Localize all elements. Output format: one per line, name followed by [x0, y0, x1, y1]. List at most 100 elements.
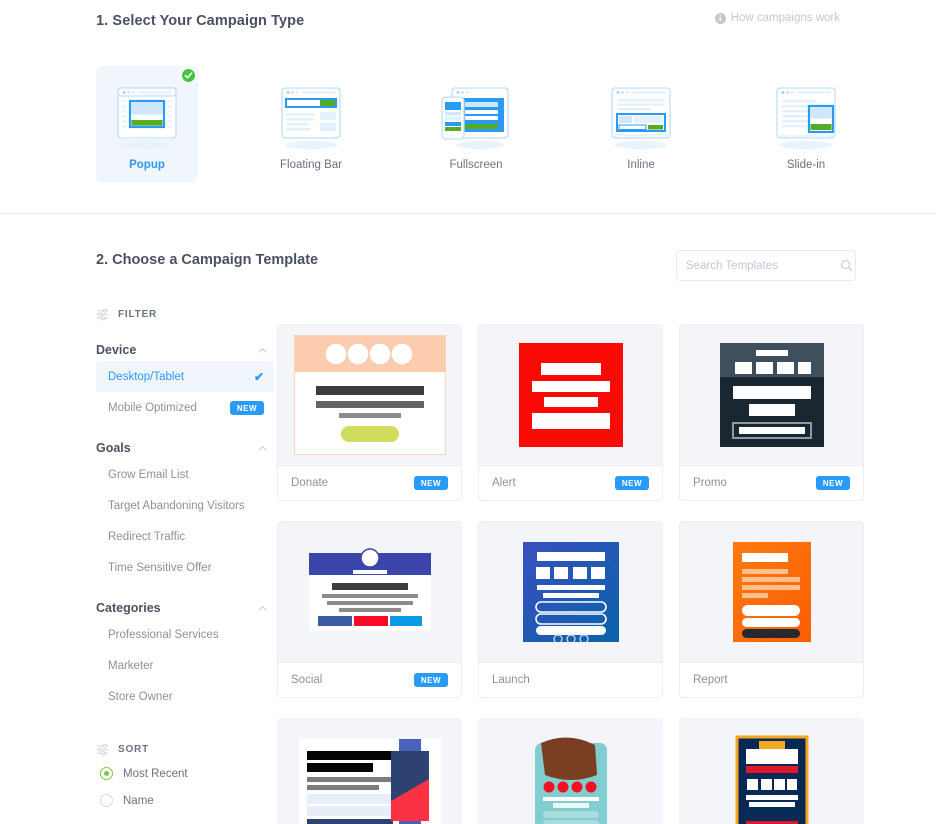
- template-card-report-footer: Report: [680, 662, 863, 697]
- template-name: Social: [291, 674, 323, 686]
- filter-option-store-owner[interactable]: Store Owner: [96, 681, 274, 712]
- section-1-heading: 1. Select Your Campaign Type: [96, 13, 305, 29]
- campaign-type-popup-label: Popup: [129, 159, 165, 171]
- flyer-thumb: [679, 718, 864, 824]
- filter-label: FILTER: [118, 308, 158, 320]
- template-card-donate[interactable]: Donate NEW: [277, 324, 462, 501]
- filter-group-categories: Categories Professional Services Markete…: [96, 597, 274, 712]
- filter-option-mobile-optimized-label: Mobile Optimized: [108, 401, 197, 414]
- section-divider: [0, 213, 936, 214]
- sort-option-most-recent[interactable]: Most Recent: [96, 760, 274, 787]
- filter-option-store-owner-label: Store Owner: [108, 690, 173, 703]
- inline-preview-icon: [599, 82, 683, 154]
- template-card-report[interactable]: Report: [679, 521, 864, 698]
- template-card-alert-footer: Alert NEW: [479, 465, 662, 500]
- coffee-thumb: [478, 718, 663, 824]
- sort-option-most-recent-label: Most Recent: [123, 767, 188, 780]
- social-thumb: [278, 522, 461, 662]
- report-thumb: [680, 522, 863, 662]
- filter-group-device-title: Device: [96, 343, 137, 357]
- how-campaigns-work-link[interactable]: i How campaigns work: [714, 12, 840, 24]
- filter-option-marketer-label: Marketer: [108, 659, 154, 672]
- alert-thumb: [479, 325, 662, 465]
- filter-group-categories-title: Categories: [96, 601, 161, 615]
- floating-bar-preview-icon: [269, 82, 353, 154]
- template-card-social-footer: Social NEW: [278, 662, 461, 697]
- filter-sliders-icon: [96, 308, 109, 321]
- news-thumb: [277, 718, 462, 824]
- new-badge: NEW: [413, 673, 448, 687]
- campaign-type-slide-in-label: Slide-in: [786, 159, 826, 171]
- filter-group-goals-title: Goals: [96, 441, 131, 455]
- template-name: Launch: [492, 674, 530, 686]
- template-card-coffee[interactable]: [478, 718, 663, 824]
- filter-option-grow-email-list-label: Grow Email List: [108, 468, 189, 481]
- filter-option-target-abandoning-visitors[interactable]: Target Abandoning Visitors: [96, 490, 274, 521]
- filter-option-redirect-traffic-label: Redirect Traffic: [108, 530, 186, 543]
- section-2-heading: 2. Choose a Campaign Template: [96, 252, 319, 268]
- info-icon: i: [714, 12, 726, 24]
- campaign-type-list: Popup Floating Bar Fullscreen Inline Sli…: [96, 66, 906, 182]
- filter-group-device: Device Desktop/Tablet ✔ Mobile Optimized…: [96, 339, 274, 423]
- template-filter-sidebar: FILTER Device Desktop/Tablet ✔ Mobile Op…: [96, 303, 274, 824]
- filter-option-target-abandoning-visitors-label: Target Abandoning Visitors: [108, 499, 245, 512]
- how-campaigns-work-label: How campaigns work: [730, 12, 840, 24]
- sort-label: SORT: [118, 743, 149, 755]
- filter-option-desktop-tablet-label: Desktop/Tablet: [108, 370, 185, 383]
- donate-thumb: [278, 325, 461, 465]
- filter-option-professional-services-label: Professional Services: [108, 628, 219, 641]
- template-name: Report: [693, 674, 728, 686]
- filter-option-grow-email-list[interactable]: Grow Email List: [96, 459, 274, 490]
- filter-option-mobile-optimized[interactable]: Mobile Optimized NEW: [96, 392, 274, 423]
- campaign-type-slide-in[interactable]: Slide-in: [755, 66, 857, 182]
- campaign-type-fullscreen[interactable]: Fullscreen: [425, 66, 527, 182]
- campaign-type-inline[interactable]: Inline: [590, 66, 692, 182]
- filter-header: FILTER: [96, 303, 274, 325]
- filter-option-time-sensitive-offer[interactable]: Time Sensitive Offer: [96, 552, 274, 583]
- sort-header: SORT: [96, 738, 274, 760]
- template-card-alert[interactable]: Alert NEW: [478, 324, 663, 501]
- sort-sliders-icon: [96, 743, 109, 756]
- template-card-launch-footer: Launch: [479, 662, 662, 697]
- new-badge: NEW: [413, 476, 448, 490]
- template-card-news[interactable]: [277, 718, 462, 824]
- filter-option-marketer[interactable]: Marketer: [96, 650, 274, 681]
- campaign-builder-page: 1. Select Your Campaign Type i How campa…: [0, 0, 936, 824]
- filter-option-redirect-traffic[interactable]: Redirect Traffic: [96, 521, 274, 552]
- search-templates-box[interactable]: [676, 250, 856, 281]
- radio-selected-icon[interactable]: [100, 767, 113, 780]
- template-card-social[interactable]: Social NEW: [277, 521, 462, 698]
- template-card-promo[interactable]: Promo NEW: [679, 324, 864, 501]
- chevron-up-icon[interactable]: [257, 345, 268, 356]
- filter-group-goals: Goals Grow Email List Target Abandoning …: [96, 437, 274, 583]
- campaign-type-inline-label: Inline: [627, 159, 655, 171]
- launch-thumb: [479, 522, 662, 662]
- template-card-launch[interactable]: Launch: [478, 521, 663, 698]
- filter-group-goals-header[interactable]: Goals: [96, 437, 274, 459]
- template-name: Promo: [693, 477, 727, 489]
- filter-option-desktop-tablet[interactable]: Desktop/Tablet ✔: [96, 361, 274, 392]
- sort-option-name[interactable]: Name: [96, 787, 274, 814]
- new-badge: NEW: [614, 476, 649, 490]
- search-input[interactable]: [686, 259, 840, 272]
- campaign-type-floating-bar[interactable]: Floating Bar: [260, 66, 362, 182]
- fullscreen-preview-icon: [434, 82, 518, 154]
- filter-option-time-sensitive-offer-label: Time Sensitive Offer: [108, 561, 212, 574]
- template-row: [277, 718, 865, 824]
- template-name: Donate: [291, 477, 329, 489]
- search-icon[interactable]: [840, 259, 853, 272]
- template-card-flyer[interactable]: [679, 718, 864, 824]
- template-row: Donate NEW Alert NEW Promo NEW: [277, 324, 865, 501]
- slide-in-preview-icon: [764, 82, 848, 154]
- filter-group-categories-header[interactable]: Categories: [96, 597, 274, 619]
- template-grid: Donate NEW Alert NEW Promo NEW Social NE…: [277, 324, 865, 824]
- promo-thumb: [680, 325, 863, 465]
- filter-group-device-header[interactable]: Device: [96, 339, 274, 361]
- chevron-up-icon[interactable]: [257, 443, 268, 454]
- template-name: Alert: [492, 477, 516, 489]
- radio-unselected-icon[interactable]: [100, 794, 113, 807]
- template-card-donate-footer: Donate NEW: [278, 465, 461, 500]
- filter-option-professional-services[interactable]: Professional Services: [96, 619, 274, 650]
- chevron-up-icon[interactable]: [257, 603, 268, 614]
- campaign-type-popup[interactable]: Popup: [96, 66, 198, 182]
